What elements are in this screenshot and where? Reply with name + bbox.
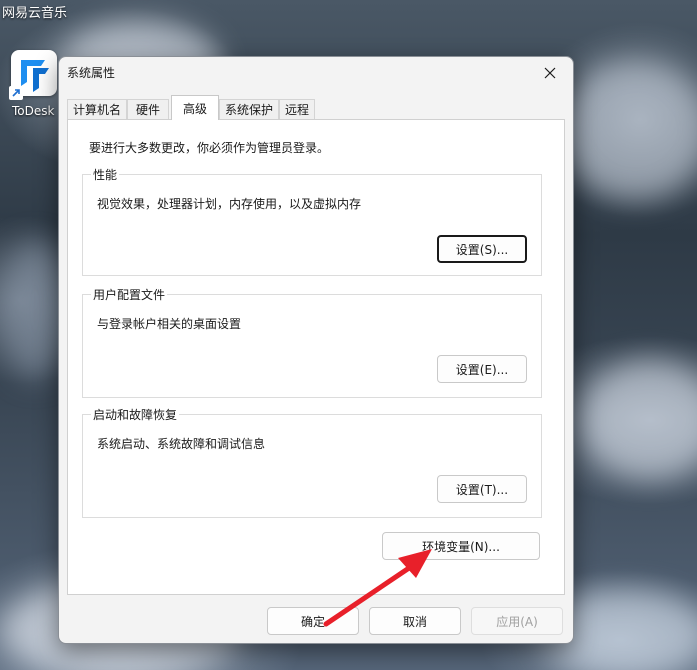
shortcut-arrow-icon — [9, 86, 23, 100]
window-title: 系统属性 — [67, 66, 116, 80]
close-button[interactable] — [527, 57, 573, 89]
tab-hardware[interactable]: 硬件 — [127, 99, 169, 119]
tab-computer-name[interactable]: 计算机名 — [67, 99, 127, 119]
cancel-button[interactable]: 取消 — [369, 607, 461, 635]
close-icon — [544, 67, 556, 79]
environment-variables-button[interactable]: 环境变量(N)... — [382, 532, 540, 560]
performance-group: 性能 视觉效果，处理器计划，内存使用，以及虚拟内存 设置(S)... — [82, 166, 542, 276]
todesk-shortcut[interactable]: ToDesk — [8, 50, 64, 122]
performance-description: 视觉效果，处理器计划，内存使用，以及虚拟内存 — [97, 197, 362, 211]
user-profiles-description: 与登录帐户相关的桌面设置 — [97, 317, 242, 331]
admin-note: 要进行大多数更改，你必须作为管理员登录。 — [89, 141, 330, 155]
desktop-background: 网易云音乐 ToDesk 系统属性 计算机名 硬件 高级 系统保护 远程 要进行… — [0, 0, 697, 670]
user-profiles-settings-button[interactable]: 设置(E)... — [437, 355, 527, 383]
user-profiles-group-title: 用户配置文件 — [91, 286, 168, 303]
advanced-tab-panel: 要进行大多数更改，你必须作为管理员登录。 性能 视觉效果，处理器计划，内存使用，… — [67, 119, 565, 595]
startup-recovery-group: 启动和故障恢复 系统启动、系统故障和调试信息 设置(T)... — [82, 406, 542, 518]
desktop-app-label[interactable]: 网易云音乐 — [2, 2, 67, 21]
tab-system-protection[interactable]: 系统保护 — [219, 99, 279, 119]
tab-remote[interactable]: 远程 — [279, 99, 315, 119]
system-properties-dialog: 系统属性 计算机名 硬件 高级 系统保护 远程 要进行大多数更改，你必须作为管理… — [58, 56, 574, 644]
startup-recovery-settings-button[interactable]: 设置(T)... — [437, 475, 527, 503]
tab-strip: 计算机名 硬件 高级 系统保护 远程 — [67, 95, 565, 120]
todesk-shortcut-label: ToDesk — [12, 104, 55, 118]
performance-settings-button[interactable]: 设置(S)... — [437, 235, 527, 263]
todesk-app-icon — [9, 50, 57, 100]
user-profiles-group: 用户配置文件 与登录帐户相关的桌面设置 设置(E)... — [82, 286, 542, 398]
startup-recovery-group-title: 启动和故障恢复 — [91, 406, 180, 423]
cloud-decoration — [560, 60, 697, 200]
startup-recovery-description: 系统启动、系统故障和调试信息 — [97, 437, 266, 451]
tab-advanced[interactable]: 高级 — [171, 95, 219, 120]
title-bar[interactable]: 系统属性 — [59, 57, 573, 91]
performance-group-title: 性能 — [91, 166, 120, 183]
ok-button[interactable]: 确定 — [267, 607, 359, 635]
apply-button[interactable]: 应用(A) — [471, 607, 563, 635]
cloud-decoration — [580, 360, 697, 480]
